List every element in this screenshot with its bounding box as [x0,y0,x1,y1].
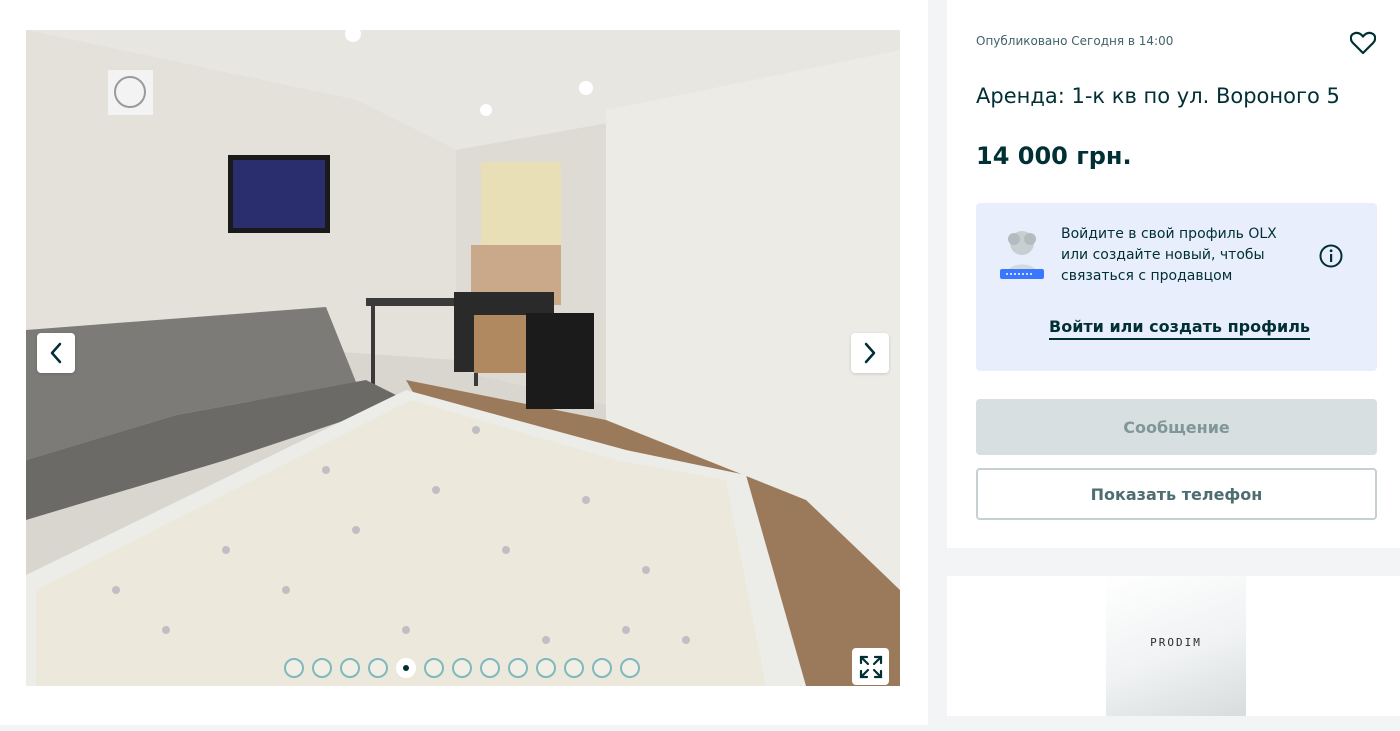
advertisement-card: PRODIM [947,576,1400,716]
chevron-right-icon [864,342,876,364]
heart-icon [1350,31,1376,55]
gallery-dot[interactable] [424,658,444,678]
login-prompt-text: Войдите в свой профиль OLX или создайте … [1061,224,1301,287]
gallery-dot[interactable] [368,658,388,678]
ad-banner[interactable]: PRODIM [1106,576,1246,716]
gallery-next-button[interactable] [851,333,889,373]
listing-page: Опубликовано Сегодня в 14:00 Аренда: 1-к… [0,0,1400,731]
login-prompt-box: Войдите в свой профиль OLX или создайте … [976,203,1377,371]
expand-icon [859,655,882,678]
favorite-button[interactable] [1347,28,1379,58]
fullscreen-button[interactable] [852,648,889,685]
gallery-dot[interactable] [480,658,500,678]
show-phone-button[interactable]: Показать телефон [976,468,1377,520]
login-or-register-link[interactable]: Войти или создать профиль [1049,317,1311,340]
listing-title: Аренда: 1-к кв по ул. Вороного 5 [976,84,1340,108]
gallery-dot[interactable] [564,658,584,678]
gallery-dot[interactable] [312,658,332,678]
gallery-dots [284,658,640,678]
gallery-dot[interactable] [340,658,360,678]
gallery-dot[interactable] [508,658,528,678]
gallery-dot[interactable] [592,658,612,678]
room-photo-illustration [26,30,900,686]
gallery-dot[interactable] [284,658,304,678]
ad-logo: PRODIM [1150,636,1202,649]
published-date: Опубликовано Сегодня в 14:00 [976,34,1174,48]
info-icon[interactable] [1318,243,1344,269]
gallery-dot[interactable] [452,658,472,678]
gallery-dot-active[interactable] [396,658,416,678]
listing-photo[interactable] [26,30,900,686]
listing-info-card: Опубликовано Сегодня в 14:00 Аренда: 1-к… [947,0,1400,548]
login-prompt-line: или создайте новый, чтобы [1061,247,1265,263]
photo-gallery [0,0,928,725]
listing-price: 14 000 грн. [976,142,1132,170]
message-button[interactable]: Сообщение [976,399,1377,455]
user-avatar-icon [1000,231,1044,279]
login-prompt-line: связаться с продавцом [1061,268,1233,284]
chevron-left-icon [50,342,62,364]
login-prompt-line: Войдите в свой профиль OLX [1061,226,1277,242]
gallery-prev-button[interactable] [37,333,75,373]
gallery-dot[interactable] [536,658,556,678]
gallery-dot[interactable] [620,658,640,678]
